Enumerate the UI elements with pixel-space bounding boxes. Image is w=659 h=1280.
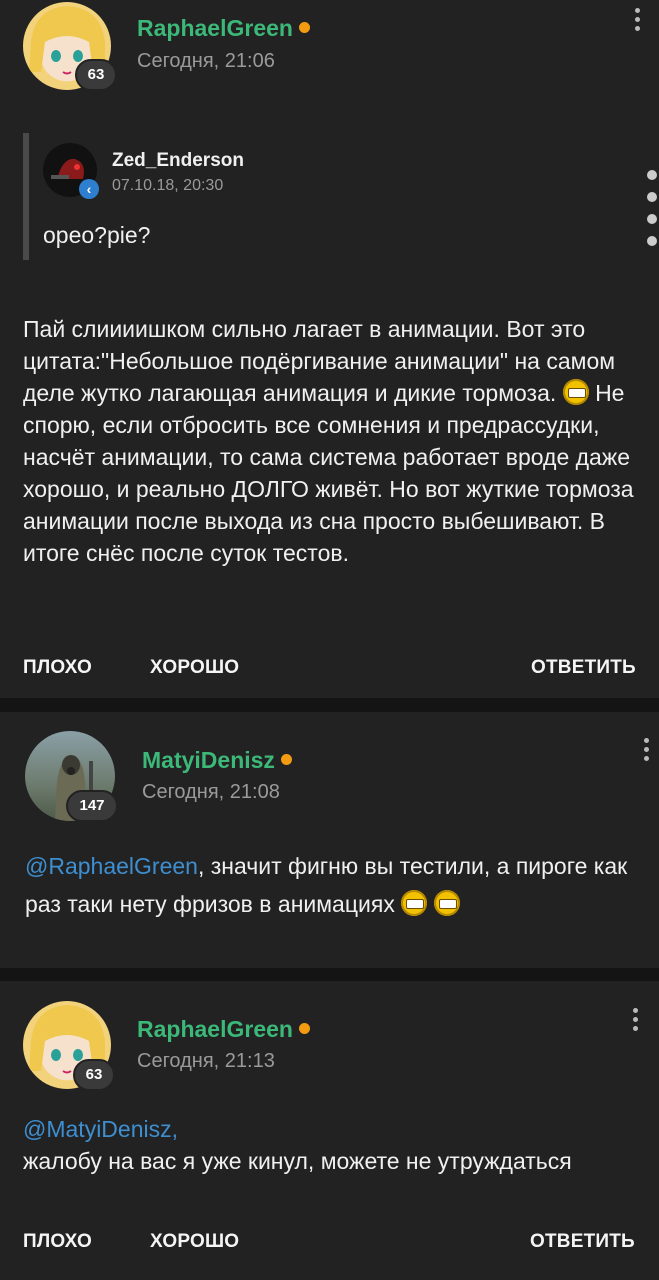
emoji-icon [401, 889, 428, 916]
verified-icon: ‹ [79, 179, 99, 199]
quote-time: 07.10.18, 20:30 [112, 177, 224, 194]
post-time: Сегодня, 21:08 [142, 781, 280, 803]
more-menu-icon[interactable] [642, 738, 650, 765]
reputation-badge: 147 [66, 790, 118, 822]
post-1: 63 RaphaelGreen Сегодня, 21:06 ‹ Zed_End… [0, 0, 659, 698]
post-body: @MatyiDenisz, жалобу на вас я уже кинул,… [23, 1113, 643, 1177]
quote-block: ‹ Zed_Enderson 07.10.18, 20:30 opeo?pie? [23, 133, 623, 260]
post-body-part-2: Не спорю, если отбросить все сомнения и … [23, 380, 634, 566]
quote-text: opeo?pie? [43, 222, 151, 248]
emoji-icon [562, 378, 589, 405]
username[interactable]: RaphaelGreen [137, 15, 310, 42]
like-button[interactable]: ХОРОШО [150, 657, 239, 679]
more-menu-icon[interactable] [631, 1008, 639, 1035]
reply-button[interactable]: ОТВЕТИТЬ [531, 657, 636, 679]
mention-link[interactable]: @RaphaelGreen [25, 853, 198, 879]
post-time: Сегодня, 21:13 [137, 1050, 275, 1072]
reputation-badge: 63 [73, 1059, 115, 1091]
post-3: 63 RaphaelGreen Сегодня, 21:13 @MatyiDen… [0, 981, 659, 1280]
post-time: Сегодня, 21:06 [137, 50, 275, 72]
post-2: 147 MatyiDenisz Сегодня, 21:08 @RaphaelG… [0, 712, 659, 968]
username[interactable]: MatyiDenisz [142, 747, 292, 774]
emoji-icon [433, 889, 460, 916]
post-body-part-1: Пай слиииишком сильно лагает в анимации.… [23, 316, 616, 406]
post-separator [0, 968, 659, 981]
like-button[interactable]: ХОРОШО [150, 1231, 239, 1253]
online-dot-icon [298, 1023, 310, 1035]
post-separator [0, 698, 659, 712]
post-body: Пай слиииишком сильно лагает в анимации.… [23, 313, 638, 569]
username-label: RaphaelGreen [137, 15, 293, 41]
username-label: MatyiDenisz [142, 747, 275, 773]
more-menu-icon[interactable] [633, 8, 641, 35]
quote-username[interactable]: Zed_Enderson [112, 150, 244, 172]
username-label: RaphaelGreen [137, 1016, 293, 1042]
username[interactable]: RaphaelGreen [137, 1016, 310, 1043]
reply-button[interactable]: ОТВЕТИТЬ [530, 1231, 635, 1253]
dislike-button[interactable]: ПЛОХО [23, 1231, 92, 1253]
mention-link[interactable]: @MatyiDenisz, [23, 1113, 643, 1145]
quote-bar [23, 133, 29, 260]
post-body: @RaphaelGreen, значит фигню вы тестили, … [25, 847, 630, 923]
online-dot-icon [298, 22, 310, 34]
dislike-button[interactable]: ПЛОХО [23, 657, 92, 679]
post-body-text: жалобу на вас я уже кинул, можете не утр… [23, 1148, 572, 1174]
reputation-badge: 63 [75, 59, 117, 91]
scroll-indicator [647, 170, 659, 258]
online-dot-icon [280, 754, 292, 766]
